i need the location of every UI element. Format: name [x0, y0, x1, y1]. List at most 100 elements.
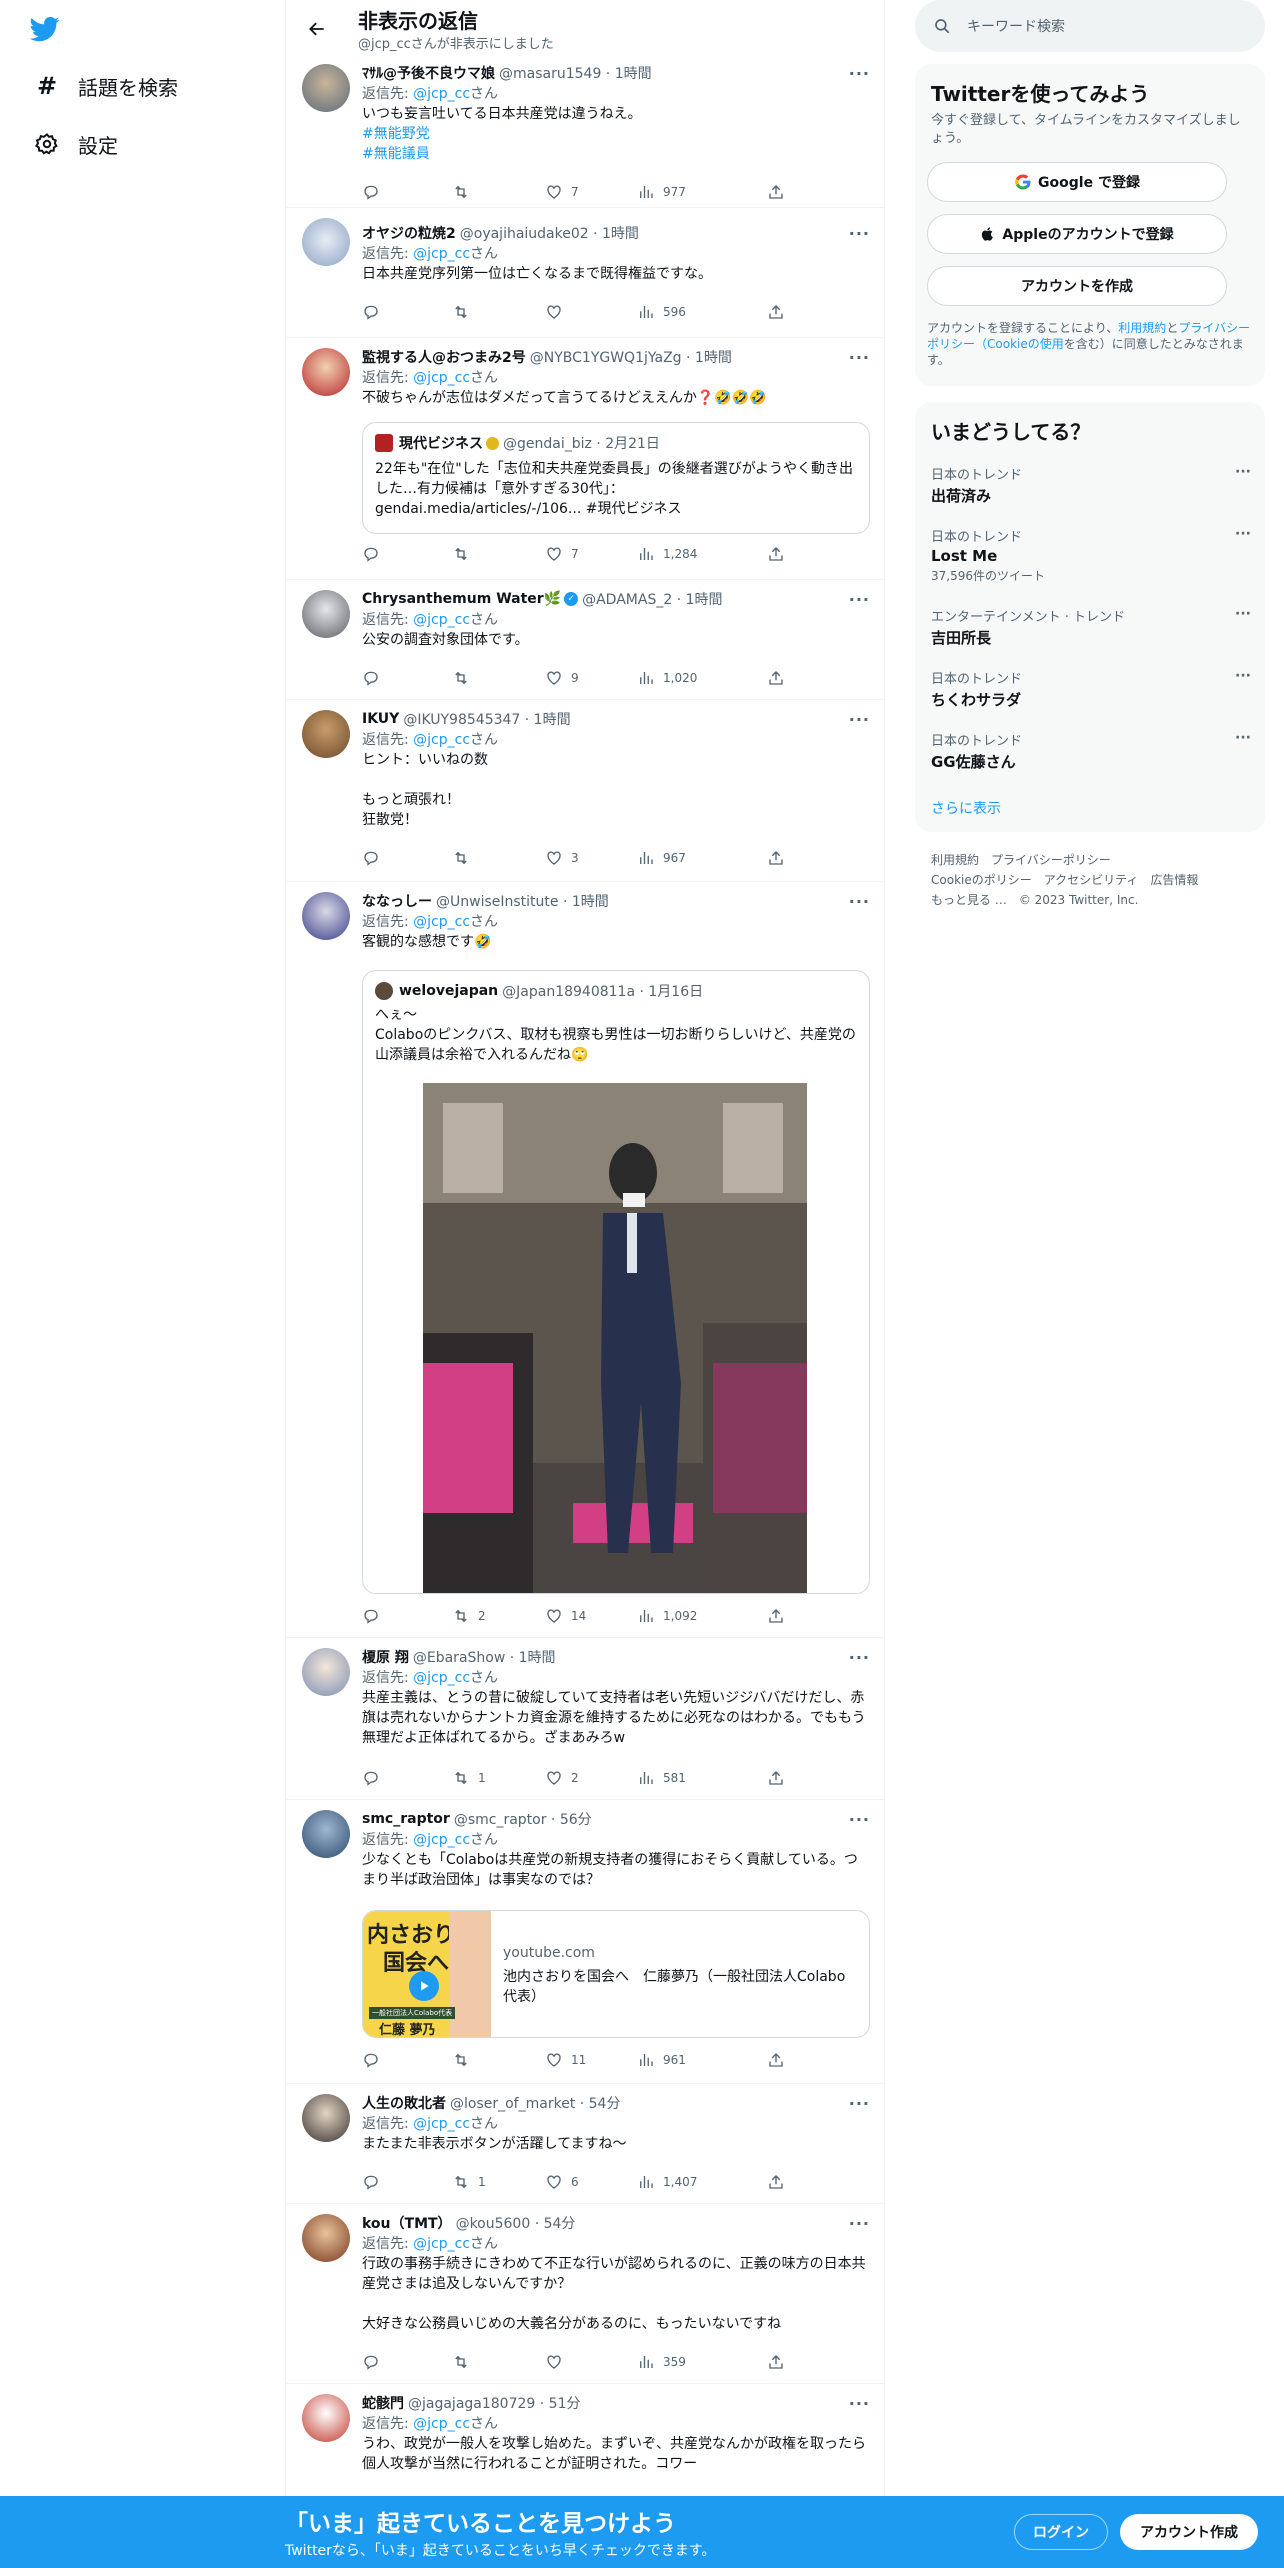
tweet-author-handle[interactable]: @IKUY98545347 · 1時間 — [403, 709, 570, 729]
trend-item[interactable]: 日本のトレンド ちくわサラダ ··· — [931, 668, 1251, 710]
retweet-button[interactable] — [452, 183, 478, 201]
like-button[interactable]: 6 — [545, 2173, 579, 2191]
share-button[interactable] — [767, 2353, 785, 2371]
tweet[interactable]: Chrysanthemum Water🌿 ✓ @ADAMAS_2 · 1時間 ···… — [286, 580, 884, 700]
trend-item[interactable]: 日本のトレンド 出荷済み ··· — [931, 464, 1251, 506]
trend-item[interactable]: エンターテインメント · トレンド 吉田所長 ··· — [931, 606, 1251, 648]
tweet-author-handle[interactable]: @EbaraShow · 1時間 — [413, 1647, 556, 1667]
tweet-author-handle[interactable]: @smc_raptor · 56分 — [454, 1809, 592, 1829]
like-button[interactable]: 3 — [545, 849, 579, 867]
share-button[interactable] — [767, 1607, 785, 1625]
more-icon[interactable]: ··· — [1235, 464, 1251, 480]
views-button[interactable]: 977 — [637, 183, 686, 201]
reply-button[interactable] — [362, 669, 388, 687]
play-icon[interactable] — [409, 1971, 439, 2001]
reply-target-link[interactable]: @jcp_cc — [413, 914, 470, 930]
avatar[interactable] — [302, 2214, 350, 2262]
footer-line[interactable]: 利用規約 プライバシーポリシー — [931, 850, 1198, 870]
like-button[interactable]: 11 — [545, 2051, 586, 2069]
reply-target-link[interactable]: @jcp_cc — [413, 732, 470, 748]
reply-target-link[interactable]: @jcp_cc — [413, 2416, 470, 2432]
avatar[interactable] — [302, 1648, 350, 1696]
share-button[interactable] — [767, 1769, 785, 1787]
bus-interior-photo[interactable] — [423, 1083, 807, 1593]
tweet[interactable]: 人生の敗北者 @loser_of_market · 54分 ··· 返信先: @j… — [286, 2084, 884, 2204]
tweet-author-name[interactable]: ななっしー — [362, 891, 432, 911]
views-button[interactable]: 581 — [637, 1769, 686, 1787]
apple-signup-button[interactable]: Appleのアカウントで登録 — [927, 214, 1227, 254]
share-button[interactable] — [767, 2051, 785, 2069]
tweet-author-handle[interactable]: @ADAMAS_2 · 1時間 — [582, 589, 722, 609]
views-button[interactable]: 967 — [637, 849, 686, 867]
footer-line[interactable]: Cookieのポリシー アクセシビリティ 広告情報 — [931, 870, 1198, 890]
more-icon[interactable]: ··· — [849, 2214, 870, 2233]
avatar[interactable] — [302, 1810, 350, 1858]
avatar[interactable] — [302, 590, 350, 638]
more-icon[interactable]: ··· — [849, 2394, 870, 2413]
reply-target-link[interactable]: @jcp_cc — [413, 612, 470, 628]
login-button[interactable]: ログイン — [1014, 2514, 1108, 2550]
tweet[interactable]: IKUY @IKUY98545347 · 1時間 ··· 返信先: @jcp_cc… — [286, 700, 884, 882]
more-icon[interactable]: ··· — [849, 64, 870, 83]
share-button[interactable] — [767, 669, 785, 687]
retweet-button[interactable] — [452, 545, 478, 563]
more-icon[interactable]: ··· — [849, 892, 870, 911]
tweet-author-name[interactable]: 監視する人@おつまみ2号 — [362, 347, 526, 367]
share-button[interactable] — [767, 303, 785, 321]
reply-button[interactable] — [362, 1769, 388, 1787]
share-button[interactable] — [767, 849, 785, 867]
like-button[interactable]: 14 — [545, 1607, 586, 1625]
like-button[interactable]: 9 — [545, 669, 579, 687]
reply-target-link[interactable]: @jcp_cc — [413, 370, 470, 386]
retweet-button[interactable] — [452, 669, 478, 687]
more-icon[interactable]: ··· — [849, 590, 870, 609]
back-arrow-icon[interactable] — [300, 12, 334, 46]
tweet-author-name[interactable]: IKUY — [362, 711, 399, 727]
avatar[interactable] — [302, 892, 350, 940]
signup-button[interactable]: アカウント作成 — [1120, 2514, 1258, 2550]
views-button[interactable]: 596 — [637, 303, 686, 321]
tweet[interactable]: ななっしー @UnwiseInstitute · 1時間 ··· 返信先: @jc… — [286, 882, 884, 1638]
reply-target-link[interactable]: @jcp_cc — [413, 1832, 470, 1848]
search-box[interactable]: キーワード検索 — [915, 0, 1265, 52]
tweet-author-name[interactable]: 榎原 翔 — [362, 1647, 409, 1667]
like-button[interactable]: 7 — [545, 183, 579, 201]
tweet-author-name[interactable]: ﾏｻﾙ@予後不良ウマ娘 — [362, 63, 495, 83]
more-icon[interactable]: ··· — [1235, 668, 1251, 684]
twitter-logo-icon[interactable] — [29, 14, 64, 44]
show-more-link[interactable]: さらに表示 — [931, 798, 1001, 818]
quoted-tweet[interactable]: 現代ビジネス @gendai_biz · 2月21日 22年も"在位"した「志位… — [362, 422, 870, 534]
reply-button[interactable] — [362, 2173, 388, 2191]
hashtag-link[interactable]: #無能議員 — [362, 146, 430, 162]
reply-target-link[interactable]: @jcp_cc — [413, 2116, 470, 2132]
nav-explore[interactable]: # 話題を検索 — [34, 64, 178, 108]
link-card[interactable]: 内さおりを 国会へ 一般社団法人Colabo代表 仁藤 夢乃 youtube.c… — [362, 1910, 870, 2038]
tweet-author-name[interactable]: Chrysanthemum Water🌿 — [362, 591, 561, 607]
reply-button[interactable] — [362, 545, 388, 563]
tweet[interactable]: オヤジの粒焼2 @oyajihaiudake02 · 1時間 ··· 返信先: @… — [286, 208, 884, 338]
tweet-author-handle[interactable]: @masaru1549 · 1時間 — [499, 63, 652, 83]
avatar[interactable] — [302, 2094, 350, 2142]
tweet[interactable]: kou（TMT） @kou5600 · 54分 ··· 返信先: @jcp_ccさ… — [286, 2204, 884, 2384]
more-icon[interactable]: ··· — [849, 348, 870, 367]
quoted-tweet[interactable]: welovejapan @Japan18940811a · 1月16日 へぇ〜 … — [362, 970, 870, 1594]
tweet-author-name[interactable]: 蛇骸門 — [362, 2393, 404, 2413]
retweet-button[interactable] — [452, 2051, 478, 2069]
like-button[interactable] — [545, 2353, 571, 2371]
trend-item[interactable]: 日本のトレンド Lost Me 37,596件のツイート ··· — [931, 526, 1251, 584]
tweet[interactable]: 監視する人@おつまみ2号 @NYBC1YGWQ1jYaZg · 1時間 ··· 返… — [286, 338, 884, 580]
search-input[interactable]: キーワード検索 — [967, 16, 1065, 36]
views-button[interactable]: 1,407 — [637, 2173, 697, 2191]
views-button[interactable]: 1,020 — [637, 669, 697, 687]
avatar[interactable] — [302, 218, 350, 266]
tweet-author-handle[interactable]: @oyajihaiudake02 · 1時間 — [460, 223, 639, 243]
share-button[interactable] — [767, 2173, 785, 2191]
video-thumbnail[interactable]: 内さおりを 国会へ 一般社団法人Colabo代表 仁藤 夢乃 — [363, 1911, 491, 2037]
reply-button[interactable] — [362, 183, 388, 201]
retweet-button[interactable] — [452, 849, 478, 867]
views-button[interactable]: 1,284 — [637, 545, 697, 563]
retweet-button[interactable] — [452, 2353, 478, 2371]
reply-button[interactable] — [362, 303, 388, 321]
tweet-author-handle[interactable]: @UnwiseInstitute · 1時間 — [436, 891, 609, 911]
retweet-button[interactable]: 1 — [452, 2173, 486, 2191]
